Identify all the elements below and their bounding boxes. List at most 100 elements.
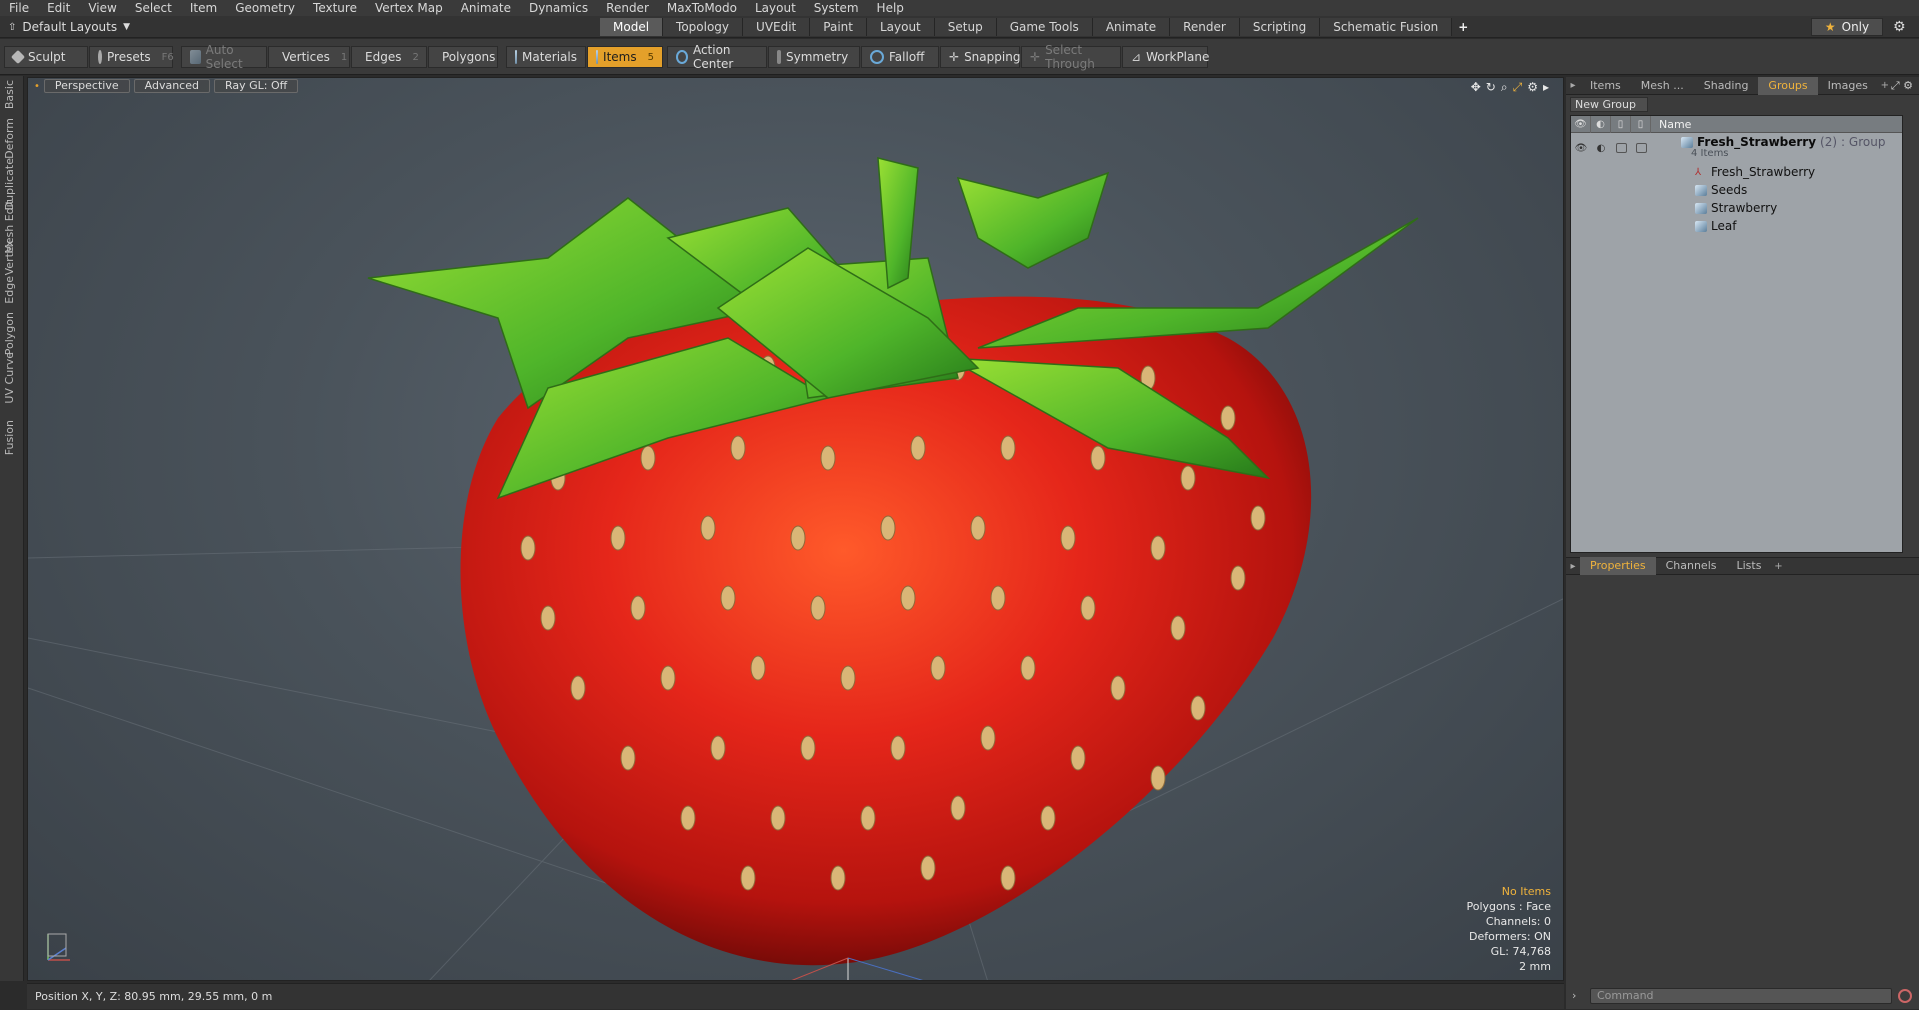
tab-animate[interactable]: Animate <box>1092 18 1171 36</box>
presets-button[interactable]: Presets F6 <box>89 46 174 68</box>
menu-item-view[interactable]: View <box>79 0 125 16</box>
items-button[interactable]: Items 5 <box>587 46 663 68</box>
menu-item-file[interactable]: File <box>0 0 38 16</box>
command-input[interactable]: Command <box>1590 988 1892 1004</box>
symmetry-button[interactable]: Symmetry <box>768 46 860 68</box>
right-tab-shading[interactable]: Shading <box>1694 77 1759 95</box>
presets-label: Presets <box>107 50 151 64</box>
side-tab-uv[interactable]: UV <box>3 388 19 404</box>
menu-item-help[interactable]: Help <box>868 0 913 16</box>
vertices-button[interactable]: Vertices 1 <box>268 46 350 68</box>
select-through-button[interactable]: ✛ Select Through <box>1021 43 1121 71</box>
lock-col-icon[interactable]: ▯ <box>1611 115 1631 133</box>
auto-select-button[interactable]: Auto Select <box>181 43 267 71</box>
viewport-options-dot[interactable]: • <box>34 81 40 92</box>
right-tab-images[interactable]: Images <box>1818 77 1878 95</box>
menu-item-edit[interactable]: Edit <box>38 0 79 16</box>
move-view-icon[interactable]: ✥ <box>1471 80 1481 95</box>
side-tab-polygon[interactable]: Polygon <box>3 312 19 355</box>
right-tab-groups[interactable]: Groups <box>1758 76 1818 95</box>
side-tab-edge[interactable]: Edge <box>3 276 19 304</box>
menu-item-layout[interactable]: Layout <box>746 0 805 16</box>
action-center-button[interactable]: Action Center <box>667 43 767 71</box>
lock-checkbox[interactable] <box>1615 143 1627 153</box>
tab-game-tools[interactable]: Game Tools <box>996 18 1093 36</box>
seed <box>920 855 936 881</box>
render-icon[interactable]: ◐ <box>1597 143 1606 154</box>
tab-topology[interactable]: Topology <box>663 18 744 36</box>
side-tab-deform[interactable]: Deform <box>3 118 19 159</box>
tab-schematic-fusion[interactable]: Schematic Fusion <box>1320 18 1453 36</box>
add-tab-icon[interactable]: + <box>1771 561 1785 572</box>
edges-button[interactable]: Edges 2 <box>351 46 427 68</box>
falloff-button[interactable]: Falloff <box>861 46 939 68</box>
menu-item-texture[interactable]: Texture <box>304 0 366 16</box>
zoom-view-icon[interactable]: ⌕ <box>1501 80 1508 95</box>
child-name: Leaf <box>1711 219 1737 233</box>
gear-icon[interactable]: ⚙ <box>1893 19 1909 35</box>
props-tab-channels[interactable]: Channels <box>1656 557 1727 575</box>
list-item[interactable]: Strawberry <box>1571 199 1902 217</box>
side-tab-curve[interactable]: Curve <box>3 352 19 384</box>
collapse-arrow-icon[interactable]: ▸ <box>1566 80 1580 91</box>
menu-item-animate[interactable]: Animate <box>452 0 520 16</box>
action-center-icon <box>676 50 688 64</box>
collapse-arrow-icon[interactable]: ▸ <box>1566 561 1580 572</box>
tab-scripting[interactable]: Scripting <box>1239 18 1321 36</box>
axis-gizmo <box>40 926 80 966</box>
right-tab-mesh-[interactable]: Mesh ... <box>1631 77 1694 95</box>
expand-icon[interactable]: ⤢ <box>1891 79 1900 92</box>
side-tab-fusion[interactable]: Fusion <box>3 420 19 455</box>
group-row[interactable]: 👁 ◐ Fresh_Strawberry (2) : Group 4 Items <box>1571 133 1902 163</box>
add-tab-icon[interactable]: + <box>1452 18 1474 36</box>
menu-item-select[interactable]: Select <box>126 0 181 16</box>
polygons-button[interactable]: Polygons <box>428 46 498 68</box>
viewport-menu-arrow-icon[interactable]: ▸ <box>1543 80 1549 95</box>
tab-layout[interactable]: Layout <box>866 18 935 36</box>
select-checkbox[interactable] <box>1635 143 1647 153</box>
tab-model[interactable]: Model <box>600 18 664 36</box>
menu-item-system[interactable]: System <box>805 0 868 16</box>
select-col-icon[interactable]: ▯ <box>1631 115 1651 133</box>
list-item[interactable]: ⅄ Fresh_Strawberry <box>1571 163 1902 181</box>
snapping-button[interactable]: ✛ Snapping <box>940 46 1020 68</box>
menu-item-vertex-map[interactable]: Vertex Map <box>366 0 452 16</box>
props-tab-lists[interactable]: Lists <box>1727 557 1772 575</box>
list-item[interactable]: Seeds <box>1571 181 1902 199</box>
raygl-dropdown[interactable]: Ray GL: Off <box>213 79 299 93</box>
sculpt-button[interactable]: Sculpt <box>4 46 88 68</box>
materials-button[interactable]: Materials <box>506 46 586 68</box>
rotate-view-icon[interactable]: ↻ <box>1486 80 1496 95</box>
symmetry-icon <box>777 50 781 64</box>
layout-dropdown[interactable]: ⇧ Default Layouts ▼ <box>8 19 130 35</box>
props-tab-properties[interactable]: Properties <box>1580 557 1656 575</box>
right-tab-items[interactable]: Items <box>1580 77 1631 95</box>
shading-dropdown[interactable]: Advanced <box>133 79 210 93</box>
workplane-button[interactable]: ⊿ WorkPlane <box>1122 46 1209 68</box>
menu-item-geometry[interactable]: Geometry <box>226 0 304 16</box>
tab-setup[interactable]: Setup <box>934 18 997 36</box>
only-button[interactable]: ★ Only <box>1811 18 1883 36</box>
menu-item-dynamics[interactable]: Dynamics <box>520 0 597 16</box>
view-mode-dropdown[interactable]: Perspective <box>43 79 130 93</box>
record-icon[interactable] <box>1898 989 1912 1003</box>
side-tab-basic[interactable]: Basic <box>3 80 19 109</box>
add-tab-icon[interactable]: + <box>1878 80 1892 91</box>
render-col-icon[interactable]: ◐ <box>1591 115 1611 133</box>
menu-item-maxtomodo[interactable]: MaxToModo <box>658 0 746 16</box>
3d-viewport[interactable]: • Perspective Advanced Ray GL: Off ✥ ↻ ⌕… <box>27 77 1564 981</box>
new-group-button[interactable]: New Group <box>1570 97 1648 112</box>
visibility-col-icon[interactable]: 👁 <box>1571 115 1591 133</box>
eye-icon[interactable]: 👁 <box>1575 143 1588 154</box>
side-tab-vertex[interactable]: Vertex <box>3 240 19 275</box>
tab-uvedit[interactable]: UVEdit <box>743 18 811 36</box>
viewport-gear-icon[interactable]: ⚙ <box>1527 80 1538 95</box>
list-item[interactable]: Leaf <box>1571 217 1902 235</box>
menu-item-render[interactable]: Render <box>597 0 658 16</box>
panel-gear-icon[interactable]: ⚙ <box>1903 79 1913 92</box>
fit-view-icon[interactable]: ⤢ <box>1513 80 1523 95</box>
tab-render[interactable]: Render <box>1170 18 1240 36</box>
command-arrow-icon: › <box>1572 989 1577 1002</box>
tab-paint[interactable]: Paint <box>810 18 867 36</box>
menu-item-item[interactable]: Item <box>181 0 226 16</box>
